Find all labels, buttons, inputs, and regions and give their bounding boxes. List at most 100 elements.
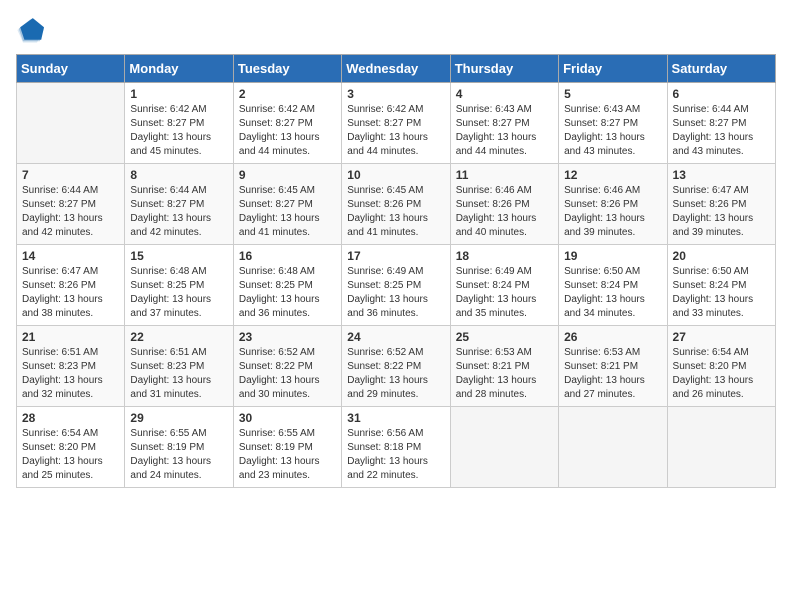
- calendar-cell: [17, 83, 125, 164]
- logo: [16, 16, 48, 44]
- day-number: 31: [347, 411, 444, 425]
- calendar-cell: 23 Sunrise: 6:52 AMSunset: 8:22 PMDayligh…: [233, 326, 341, 407]
- weekday-header-thursday: Thursday: [450, 55, 558, 83]
- cell-info: Sunrise: 6:51 AMSunset: 8:23 PMDaylight:…: [130, 346, 227, 402]
- cell-info: Sunrise: 6:56 AMSunset: 8:18 PMDaylight:…: [347, 427, 444, 483]
- day-number: 17: [347, 249, 444, 263]
- cell-info: Sunrise: 6:50 AMSunset: 8:24 PMDaylight:…: [673, 265, 770, 321]
- calendar-cell: 7Sunrise: 6:44 AMSunset: 8:27 PMDaylight…: [17, 164, 125, 245]
- cell-info: Sunrise: 6:52 AMSunset: 8:22 PMDaylight:…: [239, 346, 336, 402]
- cell-info: Sunrise: 6:45 AMSunset: 8:27 PMDaylight:…: [239, 184, 336, 240]
- calendar-cell: 31 Sunrise: 6:56 AMSunset: 8:18 PMDayligh…: [342, 407, 450, 488]
- calendar-cell: [559, 407, 667, 488]
- cell-info: Sunrise: 6:55 AMSunset: 8:19 PMDaylight:…: [130, 427, 227, 483]
- day-number: 2: [239, 87, 336, 101]
- calendar-cell: 9 Sunrise: 6:45 AMSunset: 8:27 PMDaylight…: [233, 164, 341, 245]
- day-number: 26: [564, 330, 661, 344]
- day-number: 15: [130, 249, 227, 263]
- week-row-3: 14 Sunrise: 6:47 AMSunset: 8:26 PMDayligh…: [17, 245, 776, 326]
- calendar-cell: 3 Sunrise: 6:42 AMSunset: 8:27 PMDaylight…: [342, 83, 450, 164]
- day-number: 18: [456, 249, 553, 263]
- day-number: 4: [456, 87, 553, 101]
- day-number: 23: [239, 330, 336, 344]
- week-row-1: 1 Sunrise: 6:42 AMSunset: 8:27 PMDaylight…: [17, 83, 776, 164]
- week-row-2: 7Sunrise: 6:44 AMSunset: 8:27 PMDaylight…: [17, 164, 776, 245]
- logo-icon: [16, 16, 44, 44]
- cell-info: Sunrise: 6:45 AMSunset: 8:26 PMDaylight:…: [347, 184, 444, 240]
- day-number: 27: [673, 330, 770, 344]
- weekday-header-saturday: Saturday: [667, 55, 775, 83]
- day-number: 1: [130, 87, 227, 101]
- calendar-cell: 11 Sunrise: 6:46 AMSunset: 8:26 PMDayligh…: [450, 164, 558, 245]
- calendar-cell: 10 Sunrise: 6:45 AMSunset: 8:26 PMDayligh…: [342, 164, 450, 245]
- day-number: 29: [130, 411, 227, 425]
- calendar-cell: 24 Sunrise: 6:52 AMSunset: 8:22 PMDayligh…: [342, 326, 450, 407]
- calendar-cell: 21Sunrise: 6:51 AMSunset: 8:23 PMDayligh…: [17, 326, 125, 407]
- cell-info: Sunrise: 6:54 AMSunset: 8:20 PMDaylight:…: [673, 346, 770, 402]
- calendar-cell: 1 Sunrise: 6:42 AMSunset: 8:27 PMDaylight…: [125, 83, 233, 164]
- day-number: 8: [130, 168, 227, 182]
- cell-info: Sunrise: 6:47 AMSunset: 8:26 PMDaylight:…: [22, 265, 119, 321]
- calendar-cell: 13Sunrise: 6:47 AMSunset: 8:26 PMDayligh…: [667, 164, 775, 245]
- day-number: 13: [673, 168, 770, 182]
- weekday-header-wednesday: Wednesday: [342, 55, 450, 83]
- calendar-cell: 19 Sunrise: 6:50 AMSunset: 8:24 PMDayligh…: [559, 245, 667, 326]
- cell-info: Sunrise: 6:49 AMSunset: 8:24 PMDaylight:…: [456, 265, 553, 321]
- cell-info: Sunrise: 6:44 AMSunset: 8:27 PMDaylight:…: [130, 184, 227, 240]
- cell-info: Sunrise: 6:42 AMSunset: 8:27 PMDaylight:…: [347, 103, 444, 159]
- calendar-cell: 17 Sunrise: 6:49 AMSunset: 8:25 PMDayligh…: [342, 245, 450, 326]
- calendar-cell: 8 Sunrise: 6:44 AMSunset: 8:27 PMDaylight…: [125, 164, 233, 245]
- calendar-cell: 2 Sunrise: 6:42 AMSunset: 8:27 PMDaylight…: [233, 83, 341, 164]
- cell-info: Sunrise: 6:42 AMSunset: 8:27 PMDaylight:…: [239, 103, 336, 159]
- cell-info: Sunrise: 6:48 AMSunset: 8:25 PMDaylight:…: [239, 265, 336, 321]
- cell-info: Sunrise: 6:46 AMSunset: 8:26 PMDaylight:…: [564, 184, 661, 240]
- calendar-cell: 12 Sunrise: 6:46 AMSunset: 8:26 PMDayligh…: [559, 164, 667, 245]
- cell-info: Sunrise: 6:43 AMSunset: 8:27 PMDaylight:…: [456, 103, 553, 159]
- weekday-header-sunday: Sunday: [17, 55, 125, 83]
- calendar-cell: [450, 407, 558, 488]
- calendar-cell: 16 Sunrise: 6:48 AMSunset: 8:25 PMDayligh…: [233, 245, 341, 326]
- day-number: 11: [456, 168, 553, 182]
- calendar-cell: 15Sunrise: 6:48 AMSunset: 8:25 PMDayligh…: [125, 245, 233, 326]
- day-number: 5: [564, 87, 661, 101]
- day-number: 12: [564, 168, 661, 182]
- cell-info: Sunrise: 6:52 AMSunset: 8:22 PMDaylight:…: [347, 346, 444, 402]
- day-number: 14: [22, 249, 119, 263]
- calendar-cell: 14 Sunrise: 6:47 AMSunset: 8:26 PMDayligh…: [17, 245, 125, 326]
- day-number: 24: [347, 330, 444, 344]
- day-number: 25: [456, 330, 553, 344]
- calendar-cell: [667, 407, 775, 488]
- week-row-5: 28Sunrise: 6:54 AMSunset: 8:20 PMDayligh…: [17, 407, 776, 488]
- cell-info: Sunrise: 6:43 AMSunset: 8:27 PMDaylight:…: [564, 103, 661, 159]
- weekday-header-tuesday: Tuesday: [233, 55, 341, 83]
- day-number: 30: [239, 411, 336, 425]
- day-number: 19: [564, 249, 661, 263]
- cell-info: Sunrise: 6:53 AMSunset: 8:21 PMDaylight:…: [564, 346, 661, 402]
- day-number: 6: [673, 87, 770, 101]
- calendar-cell: 28Sunrise: 6:54 AMSunset: 8:20 PMDayligh…: [17, 407, 125, 488]
- calendar-cell: 5 Sunrise: 6:43 AMSunset: 8:27 PMDaylight…: [559, 83, 667, 164]
- day-number: 21: [22, 330, 119, 344]
- cell-info: Sunrise: 6:46 AMSunset: 8:26 PMDaylight:…: [456, 184, 553, 240]
- calendar-cell: 20 Sunrise: 6:50 AMSunset: 8:24 PMDayligh…: [667, 245, 775, 326]
- cell-info: Sunrise: 6:55 AMSunset: 8:19 PMDaylight:…: [239, 427, 336, 483]
- header: [16, 16, 776, 44]
- cell-info: Sunrise: 6:53 AMSunset: 8:21 PMDaylight:…: [456, 346, 553, 402]
- day-number: 9: [239, 168, 336, 182]
- cell-info: Sunrise: 6:49 AMSunset: 8:25 PMDaylight:…: [347, 265, 444, 321]
- week-row-4: 21 Sunrise: 6:51 AMSunset: 8:23 PMDayligh…: [17, 326, 776, 407]
- day-number: 16: [239, 249, 336, 263]
- calendar-cell: 6Sunrise: 6:44 AMSunset: 8:27 PMDaylight…: [667, 83, 775, 164]
- calendar-cell: 22 Sunrise: 6:51 AMSunset: 8:23 PMDayligh…: [125, 326, 233, 407]
- calendar-table: SundayMondayTuesdayWednesdayThursdayFrid…: [16, 54, 776, 488]
- day-number: 22: [130, 330, 227, 344]
- cell-info: Sunrise: 6:42 AMSunset: 8:27 PMDaylight:…: [130, 103, 227, 159]
- day-number: 3: [347, 87, 444, 101]
- day-number: 28: [22, 411, 119, 425]
- calendar-cell: 26 Sunrise: 6:53 AMSunset: 8:21 PMDayligh…: [559, 326, 667, 407]
- cell-info: Sunrise: 6:50 AMSunset: 8:24 PMDaylight:…: [564, 265, 661, 321]
- day-number: 20: [673, 249, 770, 263]
- calendar-cell: 27 Sunrise: 6:54 AMSunset: 8:20 PMDayligh…: [667, 326, 775, 407]
- weekday-header-monday: Monday: [125, 55, 233, 83]
- day-number: 10: [347, 168, 444, 182]
